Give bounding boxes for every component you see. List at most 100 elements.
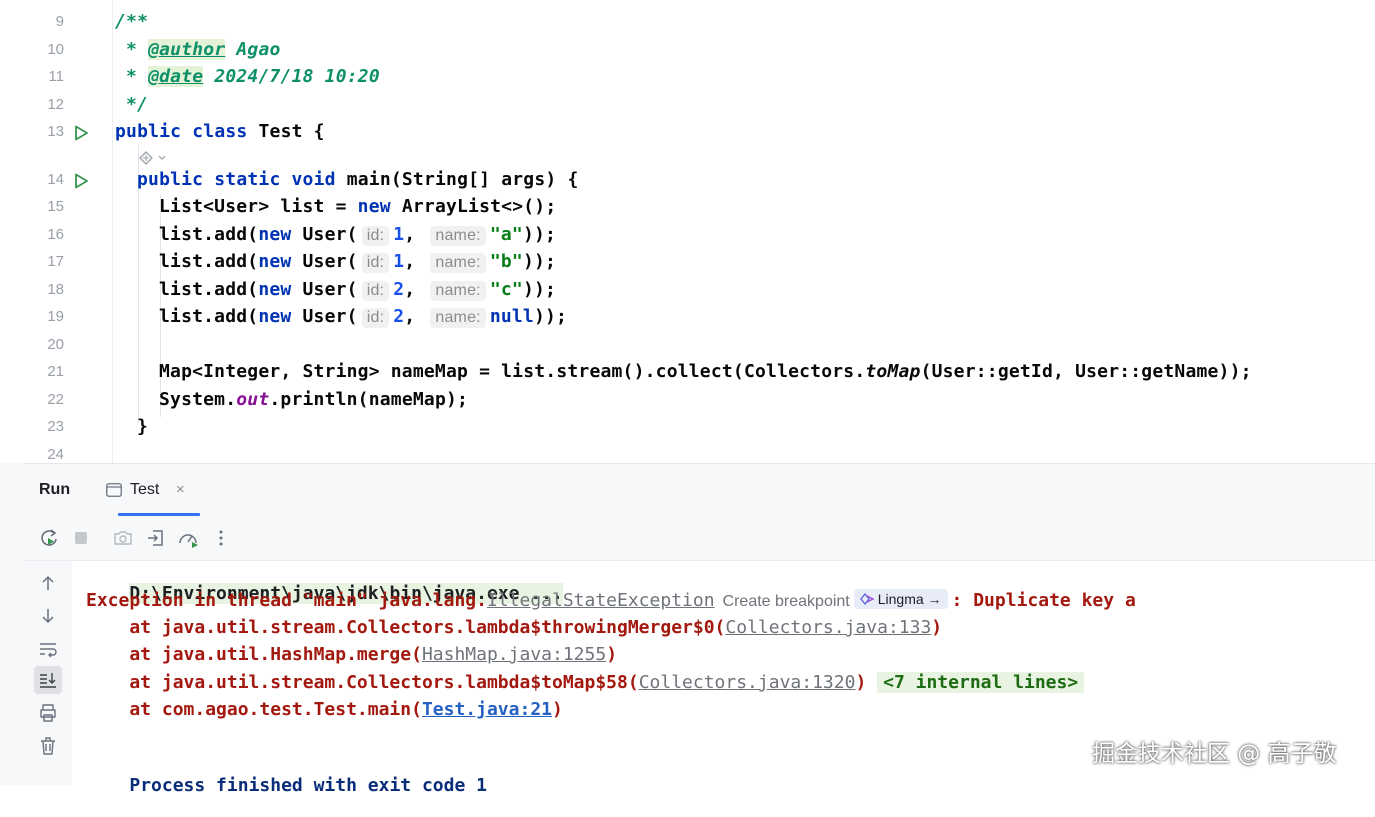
frame-text: at java.util.HashMap.merge( (86, 644, 422, 665)
frame-text: at java.util.stream.Collectors.lambda$to… (86, 672, 639, 693)
arrow-up-icon[interactable] (36, 571, 60, 595)
code-line: 19 list.add(new User(id: 2, name: null)); (0, 304, 1375, 331)
stack-frame: at java.util.stream.Collectors.lambda$to… (86, 672, 1085, 699)
call-end: )); (522, 224, 557, 245)
number-literal: 1 (393, 251, 405, 272)
code-line: 18 list.add(new User(id: 2, name: "c")); (0, 277, 1375, 304)
method-declaration: main(String[] args) { (335, 169, 579, 190)
create-breakpoint-link[interactable]: Create breakpoint (723, 593, 850, 610)
line-number: 12 (47, 96, 64, 113)
keyword: public static void (137, 169, 336, 190)
line-number: 21 (47, 363, 64, 380)
run-class-icon[interactable] (72, 124, 90, 142)
frame-end: ) (552, 699, 563, 720)
javadoc-author-value: Agao (225, 39, 281, 60)
line-number: 20 (47, 336, 64, 353)
code-line: 24 (0, 442, 1375, 463)
run-tool-window-header: Run Test × (24, 463, 1375, 517)
string-literal: "c" (489, 279, 523, 300)
camera-icon[interactable] (112, 527, 134, 549)
print-icon[interactable] (36, 701, 60, 725)
call: User( (291, 251, 358, 272)
frame-text: at java.util.stream.Collectors.lambda$th… (86, 617, 726, 638)
rerun-icon[interactable] (38, 527, 60, 549)
param-hint-id: id: (361, 226, 390, 246)
run-main-icon[interactable] (72, 172, 90, 190)
param-hint-name: name: (430, 308, 486, 328)
call: list.add( (159, 251, 259, 272)
closing-brace: } (137, 416, 149, 437)
console-window-icon (106, 483, 122, 497)
code-line: 11 * @date 2024/7/18 10:20 (0, 64, 1375, 91)
lingma-button[interactable]: Lingma → (853, 589, 948, 609)
number-literal: 2 (393, 279, 405, 300)
static-method: toMap (865, 361, 921, 382)
console-line: D:\Environment\java\jdk\bin\java.exe ... (86, 562, 563, 604)
console-line: Exception in thread "main" java.lang.Ill… (86, 589, 1136, 616)
code-line: 14 public static void main(String[] args… (0, 167, 1375, 194)
null-literal: null (489, 306, 534, 327)
javadoc-open: /** (115, 11, 149, 32)
tab-label: Test (130, 481, 160, 498)
call: User( (291, 224, 358, 245)
javadoc-star: * (126, 66, 138, 87)
code-line: 10 * @author Agao (0, 37, 1375, 64)
ai-assistant-icon[interactable] (137, 149, 169, 167)
tab-test[interactable]: Test × (106, 464, 198, 516)
string-literal: "b" (489, 251, 523, 272)
profiler-gauge-icon[interactable] (177, 527, 199, 549)
line-number: 16 (47, 226, 64, 243)
console-side-toolbar (24, 561, 72, 785)
line-number: 10 (47, 41, 64, 58)
number-literal: 2 (393, 306, 405, 327)
statement: List<User> list = (159, 196, 358, 217)
soft-wrap-icon[interactable] (36, 637, 60, 661)
param-hint-id: id: (361, 281, 390, 301)
line-number: 9 (55, 13, 64, 30)
exception-class-link[interactable]: IllegalStateException (487, 590, 715, 611)
close-icon[interactable]: × (176, 481, 185, 498)
exit-message: Process finished with exit code 1 (129, 775, 487, 796)
stack-frame: at java.util.stream.Collectors.lambda$th… (86, 617, 942, 644)
more-options-icon[interactable] (210, 527, 232, 549)
trash-icon[interactable] (36, 734, 60, 758)
call-end: )); (522, 251, 557, 272)
scroll-to-end-icon[interactable] (36, 668, 60, 692)
code-line: 22 System.out.println(nameMap); (0, 387, 1375, 414)
comma: , (404, 224, 416, 245)
call-end: )); (522, 279, 557, 300)
comma: , (404, 279, 416, 300)
call: list.add( (159, 279, 259, 300)
code-line: 15 List<User> list = new ArrayList<>(); (0, 194, 1375, 221)
restore-layout-icon[interactable] (145, 527, 167, 549)
lingma-icon (859, 592, 875, 606)
internal-lines-fold[interactable]: <7 internal lines> (877, 672, 1085, 693)
stop-icon[interactable] (70, 527, 92, 549)
comma: , (404, 306, 416, 327)
param-hint-id: id: (361, 308, 390, 328)
source-link[interactable]: Test.java:21 (422, 699, 552, 720)
number-literal: 1 (393, 224, 405, 245)
param-hint-name: name: (430, 281, 486, 301)
code-line: 23 } (0, 414, 1375, 441)
line-number: 19 (47, 308, 64, 325)
arrow-down-icon[interactable] (36, 604, 60, 628)
frame-end: ) (606, 644, 618, 665)
code-line: 20 (0, 332, 1375, 359)
code-editor[interactable]: 9 /** 10 * @author Agao 11 * @date 2024/… (0, 0, 1375, 463)
frame-end: ) (931, 617, 943, 638)
frame-text: at com.agao.test.Test.main( (86, 699, 422, 720)
code-line: 16 list.add(new User(id: 1, name: "a")); (0, 222, 1375, 249)
javadoc-star: * (126, 39, 138, 60)
line-number: 17 (47, 253, 64, 270)
statement: (User::getId, User::getName)); (920, 361, 1252, 382)
line-number: 18 (47, 281, 64, 298)
source-link[interactable]: Collectors.java:133 (725, 617, 931, 638)
source-link[interactable]: HashMap.java:1255 (422, 644, 606, 665)
source-link[interactable]: Collectors.java:1320 (639, 672, 856, 693)
call: User( (291, 306, 358, 327)
code-line: 17 list.add(new User(id: 1, name: "b")); (0, 249, 1375, 276)
line-number: 11 (48, 68, 64, 85)
line-number: 23 (47, 418, 64, 435)
string-literal: "a" (489, 224, 523, 245)
